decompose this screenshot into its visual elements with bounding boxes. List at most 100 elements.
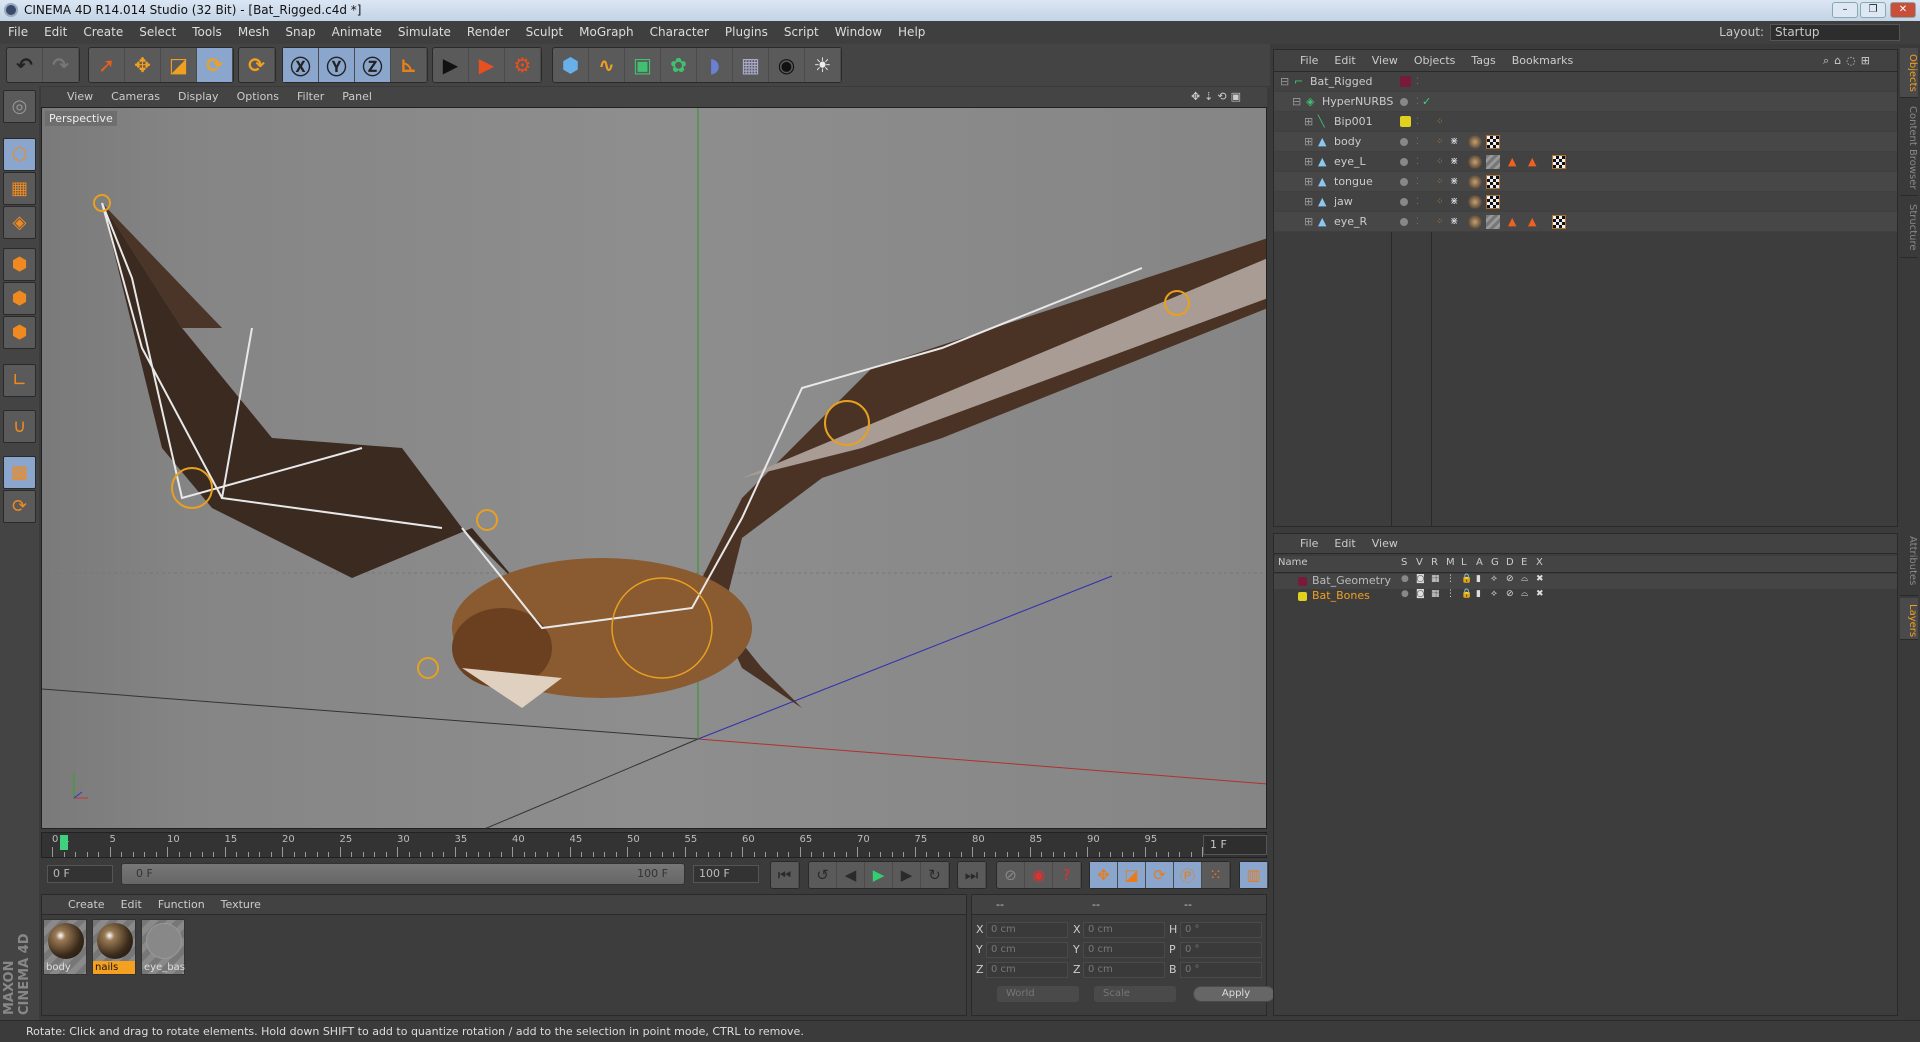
material-eye-bas[interactable]: eye_bas xyxy=(141,919,185,975)
om-menu-view[interactable]: View xyxy=(1372,54,1398,67)
layer-visible-toggle-icon[interactable]: ◙ xyxy=(1416,574,1425,584)
visibility-dots-icon[interactable]: ⁚ xyxy=(1416,112,1419,132)
nurbs-icon[interactable]: ▣ xyxy=(625,48,661,82)
weight-tag-icon[interactable]: ⁘ xyxy=(1436,132,1444,152)
menu-help[interactable]: Help xyxy=(898,25,925,39)
apply-button[interactable]: Apply xyxy=(1193,986,1275,1002)
locked-workplane-icon[interactable]: ▩ xyxy=(3,456,36,489)
rot-h-field[interactable]: 0 ° xyxy=(1180,922,1262,938)
layer-color-swatch[interactable] xyxy=(1400,138,1408,146)
pos-y-field[interactable]: 0 cm xyxy=(986,942,1068,958)
maximize-button[interactable]: ❐ xyxy=(1860,2,1886,18)
object-name[interactable]: HyperNURBS xyxy=(1322,92,1393,112)
model-mode-icon[interactable]: ⬡ xyxy=(3,138,36,171)
key-rotation-icon[interactable]: ⟳ xyxy=(1146,862,1174,888)
layer-manager-toggle-icon[interactable]: ⋮ xyxy=(1446,574,1455,584)
menu-render[interactable]: Render xyxy=(467,25,510,39)
enabled-check-icon[interactable]: ✓ xyxy=(1422,92,1431,112)
weight-tag-icon[interactable]: ⁘ xyxy=(1436,152,1444,172)
key-scale-icon[interactable]: ◪ xyxy=(1118,862,1146,888)
texture-mode-icon[interactable]: ▦ xyxy=(3,172,36,205)
object-row[interactable]: ⊟ ⌐ Bat_Rigged ⁚ xyxy=(1274,72,1897,92)
menu-sculpt[interactable]: Sculpt xyxy=(526,25,563,39)
om-menu-edit[interactable]: Edit xyxy=(1334,54,1355,67)
layer-solo-toggle-icon[interactable]: ● xyxy=(1401,574,1409,584)
scale-icon[interactable]: ◪ xyxy=(161,48,197,82)
layer-color-swatch[interactable] xyxy=(1298,577,1307,586)
visibility-dots-icon[interactable]: ⁚ xyxy=(1416,172,1419,192)
viewport-solo-icon[interactable]: ◎ xyxy=(3,90,36,123)
viewport-menu-cameras[interactable]: Cameras xyxy=(111,90,160,103)
uvw-tag-icon[interactable] xyxy=(1486,135,1500,149)
recent-tool-icon[interactable]: ⟳ xyxy=(239,48,275,82)
layer-color-swatch[interactable] xyxy=(1400,116,1411,127)
move-icon[interactable]: ✥ xyxy=(125,48,161,82)
layer-expressions-toggle-icon[interactable]: ⌓ xyxy=(1521,574,1528,584)
om-menu-bookmarks[interactable]: Bookmarks xyxy=(1512,54,1573,67)
rotate-icon[interactable]: ⟳ xyxy=(197,48,233,82)
size-z-field[interactable]: 0 cm xyxy=(1083,962,1165,978)
object-row[interactable]: ⊞ ▲ body ⁚ ⁘ ⋇ xyxy=(1274,132,1897,152)
weight-tag-icon[interactable]: ⁘ xyxy=(1436,112,1444,132)
object-name[interactable]: body xyxy=(1334,132,1361,152)
polygons-mode-icon[interactable]: ⬢ xyxy=(3,316,36,349)
expand-toggle-icon[interactable]: ⊞ xyxy=(1304,212,1313,232)
undo-icon[interactable]: ↶ xyxy=(7,48,43,82)
selection-tag-icon[interactable]: ▲ xyxy=(1528,152,1536,172)
menu-mograph[interactable]: MoGraph xyxy=(579,25,634,39)
floor-icon[interactable]: ▦ xyxy=(733,48,769,82)
layout-dropdown[interactable]: Startup xyxy=(1770,24,1900,41)
next-frame-icon[interactable]: ▶ xyxy=(893,862,921,888)
layer-color-swatch[interactable] xyxy=(1298,592,1307,601)
size-y-field[interactable]: 0 cm xyxy=(1083,942,1165,958)
visibility-dots-icon[interactable]: ⁚ xyxy=(1416,132,1419,152)
layer-xref-toggle-icon[interactable]: ✖ xyxy=(1536,574,1544,584)
layer-color-swatch[interactable] xyxy=(1400,158,1408,166)
array-icon[interactable]: ✿ xyxy=(661,48,697,82)
select-arrow-icon[interactable]: ➚ xyxy=(89,48,125,82)
layer-color-swatch[interactable] xyxy=(1400,198,1408,206)
texture-tag-icon[interactable] xyxy=(1468,135,1482,149)
axis-mode-icon[interactable]: ∟ xyxy=(3,364,36,397)
material-body[interactable]: body xyxy=(43,919,87,975)
light-icon[interactable]: ☀ xyxy=(805,48,841,82)
expand-toggle-icon[interactable]: ⊞ xyxy=(1304,132,1313,152)
layer-visible-toggle-icon[interactable]: ◙ xyxy=(1416,589,1425,599)
viewport-nav-icons[interactable]: ✥⇣⟲▣ xyxy=(1191,87,1245,107)
layer-manager-toggle-icon[interactable]: ⋮ xyxy=(1446,589,1455,599)
pos-z-field[interactable]: 0 cm xyxy=(986,962,1068,978)
pos-x-field[interactable]: 0 cm xyxy=(986,922,1068,938)
render-view-icon[interactable]: ▶ xyxy=(433,48,469,82)
expand-toggle-icon[interactable]: ⊟ xyxy=(1280,72,1289,92)
menu-edit[interactable]: Edit xyxy=(44,25,67,39)
material-menu-function[interactable]: Function xyxy=(158,898,205,911)
menu-snap[interactable]: Snap xyxy=(285,25,315,39)
tab-layers[interactable]: Layers xyxy=(1900,598,1918,640)
object-name[interactable]: eye_L xyxy=(1334,152,1366,172)
lm-menu-view[interactable]: View xyxy=(1372,537,1398,550)
lm-menu-file[interactable]: File xyxy=(1300,537,1318,550)
selection-tag-icon[interactable]: ▲ xyxy=(1508,212,1516,232)
skin-tag-icon[interactable]: ⋇ xyxy=(1450,135,1464,149)
expand-toggle-icon[interactable]: ⊞ xyxy=(1304,152,1313,172)
layer-row[interactable]: Bat_Bones ● ◙ ▦ ⋮ 🔒 ▮ ⟡ ⊘ ⌓ ✖ xyxy=(1274,589,1897,604)
texture-tag-icon[interactable] xyxy=(1468,195,1482,209)
record-keys-icon[interactable]: ⊘ xyxy=(997,862,1025,888)
start-frame-field[interactable]: 0 F xyxy=(47,865,113,883)
visibility-dots-icon[interactable]: ⁚ xyxy=(1416,212,1419,232)
selection-tag-icon[interactable]: ▲ xyxy=(1528,212,1536,232)
z-axis-lock-icon[interactable]: Ⓩ xyxy=(355,48,391,82)
object-row[interactable]: ⊞ ▲ eye_L ⁚ ⁘ ⋇ ▲ ▲ xyxy=(1274,152,1897,172)
object-row[interactable]: ⊞ ▲ eye_R ⁚ ⁘ ⋇ ▲ ▲ xyxy=(1274,212,1897,232)
playhead[interactable] xyxy=(59,835,68,850)
menu-file[interactable]: File xyxy=(8,25,28,39)
skin-tag-icon[interactable]: ⋇ xyxy=(1450,215,1464,229)
layer-generators-toggle-icon[interactable]: ⟡ xyxy=(1491,589,1497,599)
object-name[interactable]: tongue xyxy=(1334,172,1373,192)
tab-structure[interactable]: Structure xyxy=(1900,198,1918,258)
object-name[interactable]: eye_R xyxy=(1334,212,1367,232)
selection-tag-icon[interactable]: ▲ xyxy=(1508,152,1516,172)
menu-tools[interactable]: Tools xyxy=(192,25,222,39)
layer-render-toggle-icon[interactable]: ▦ xyxy=(1431,574,1440,584)
object-row[interactable]: ⊞ ▲ tongue ⁚ ⁘ ⋇ xyxy=(1274,172,1897,192)
